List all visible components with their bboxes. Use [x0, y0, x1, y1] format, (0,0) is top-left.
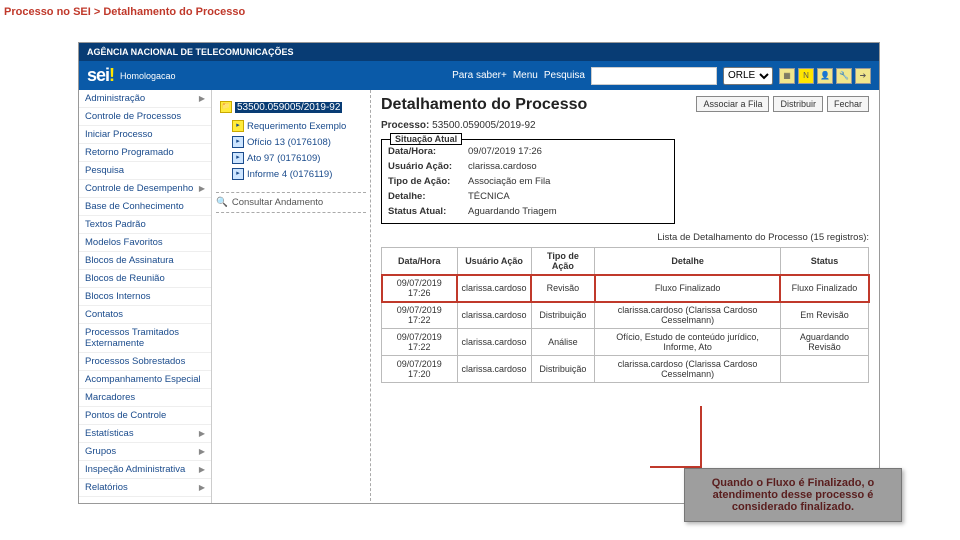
situacao-atual-box: Situação Atual Data/Hora:09/07/2019 17:2… [381, 139, 675, 224]
col-header: Status [780, 248, 868, 275]
tree-root[interactable]: 📁53500.059005/2019-92 [216, 96, 366, 118]
sidebar-item[interactable]: Iniciar Processo [79, 126, 211, 144]
caret-icon: ▶ [199, 447, 205, 456]
screenshot-frame: AGÊNCIA NACIONAL DE TELECOMUNICAÇÕES sei… [78, 42, 880, 504]
table-row: 09/07/2019 17:20clarissa.cardosoDistribu… [382, 356, 869, 383]
detail-table: Data/HoraUsuário AçãoTipo de AçãoDetalhe… [381, 247, 869, 383]
callout-connector [650, 406, 702, 468]
table-row: 09/07/2019 17:22clarissa.cardosoAnáliseO… [382, 329, 869, 356]
sidebar-item[interactable]: Blocos de Reunião [79, 270, 211, 288]
sidebar-item[interactable]: Administração▶ [79, 90, 211, 108]
sidebar-item[interactable]: Contatos [79, 306, 211, 324]
config-icon[interactable]: 🔧 [836, 68, 852, 84]
caret-icon: ▶ [199, 184, 205, 193]
sidebar-item[interactable]: Relatórios▶ [79, 479, 211, 497]
search-icon: 🔍 [216, 197, 228, 208]
main-toolbar: sei! Homologacao Para saber+ Menu Pesqui… [79, 61, 879, 90]
search-input[interactable] [591, 67, 717, 85]
process-tree: 📁53500.059005/2019-92 ▸Requerimento Exem… [212, 90, 371, 504]
sidebar-item[interactable]: Base de Conhecimento [79, 198, 211, 216]
sidebar-item[interactable]: Inspeção Administrativa▶ [79, 461, 211, 479]
sidebar-item[interactable]: Textos Padrão [79, 216, 211, 234]
doc-icon: ▸ [232, 120, 244, 132]
sei-logo: sei! [87, 65, 114, 86]
para-saber-link[interactable]: Para saber+ [452, 70, 507, 81]
list-caption: Lista de Detalhamento do Processo (15 re… [381, 232, 869, 243]
associar-fila-button[interactable]: Associar a Fila [696, 96, 769, 112]
sidebar-item[interactable]: Controle de Processos [79, 108, 211, 126]
caret-icon: ▶ [199, 465, 205, 474]
content-pane: Associar a Fila Distribuir Fechar Detalh… [371, 90, 879, 504]
sit-row: Status Atual:Aguardando Triagem [388, 204, 668, 219]
callout-note: Quando o Fluxo é Finalizado, o atendimen… [684, 468, 902, 522]
process-number: Processo: 53500.059005/2019-92 [381, 120, 869, 131]
col-header: Data/Hora [382, 248, 458, 275]
sit-row: Data/Hora:09/07/2019 17:26 [388, 144, 668, 159]
sidebar-item[interactable]: Controle de Desempenho▶ [79, 180, 211, 198]
col-header: Detalhe [595, 248, 781, 275]
situacao-legend: Situação Atual [390, 133, 462, 145]
sit-row: Detalhe:TÉCNICA [388, 189, 668, 204]
doc-icon: ▸ [232, 168, 244, 180]
agency-bar: AGÊNCIA NACIONAL DE TELECOMUNICAÇÕES [79, 43, 879, 61]
sidebar-item[interactable]: Marcadores [79, 389, 211, 407]
notes-icon[interactable]: N [798, 68, 814, 84]
caret-icon: ▶ [199, 429, 205, 438]
caret-icon: ▶ [199, 483, 205, 492]
sidebar-item[interactable]: Pontos de Controle [79, 407, 211, 425]
tree-item[interactable]: ▸Ato 97 (0176109) [216, 150, 366, 166]
sidebar-item[interactable]: Acompanhamento Especial [79, 371, 211, 389]
sidebar-item[interactable]: Modelos Favoritos [79, 234, 211, 252]
exit-icon[interactable]: ➔ [855, 68, 871, 84]
unit-select[interactable]: ORLE [723, 67, 773, 85]
tree-item[interactable]: ▸Informe 4 (0176119) [216, 166, 366, 182]
sidebar-item[interactable]: Processos Sobrestados [79, 353, 211, 371]
sidebar-item[interactable]: Blocos Internos [79, 288, 211, 306]
distribuir-button[interactable]: Distribuir [773, 96, 823, 112]
tree-item[interactable]: ▸Requerimento Exemplo [216, 118, 366, 134]
doc-icon: ▸ [232, 152, 244, 164]
sidebar-item[interactable]: Processos Tramitados Externamente [79, 324, 211, 353]
doc-icon: ▸ [232, 136, 244, 148]
sidebar-menu: Administração▶Controle de ProcessosInici… [79, 90, 212, 504]
fechar-button[interactable]: Fechar [827, 96, 869, 112]
user-icon[interactable]: 👤 [817, 68, 833, 84]
sit-row: Usuário Ação:clarissa.cardoso [388, 159, 668, 174]
table-row: 09/07/2019 17:22clarissa.cardosoDistribu… [382, 302, 869, 329]
sidebar-item[interactable]: Estatísticas▶ [79, 425, 211, 443]
pesquisa-label: Pesquisa [544, 70, 585, 81]
col-header: Usuário Ação [457, 248, 531, 275]
sidebar-item[interactable]: Pesquisa [79, 162, 211, 180]
sidebar-item[interactable]: Grupos▶ [79, 443, 211, 461]
col-header: Tipo de Ação [531, 248, 595, 275]
tree-item[interactable]: ▸Ofício 13 (0176108) [216, 134, 366, 150]
table-row: 09/07/2019 17:26clarissa.cardosoRevisãoF… [382, 275, 869, 302]
grid-icon[interactable]: ▦ [779, 68, 795, 84]
breadcrumb: Processo no SEI > Detalhamento do Proces… [0, 0, 960, 24]
sit-row: Tipo de Ação:Associação em Fila [388, 174, 668, 189]
folder-icon: 📁 [220, 101, 232, 113]
menu-link[interactable]: Menu [513, 70, 538, 81]
consultar-andamento[interactable]: 🔍Consultar Andamento [216, 192, 366, 213]
sidebar-item[interactable]: Retorno Programado [79, 144, 211, 162]
caret-icon: ▶ [199, 94, 205, 103]
sidebar-item[interactable]: Blocos de Assinatura [79, 252, 211, 270]
env-label: Homologacao [120, 71, 176, 81]
